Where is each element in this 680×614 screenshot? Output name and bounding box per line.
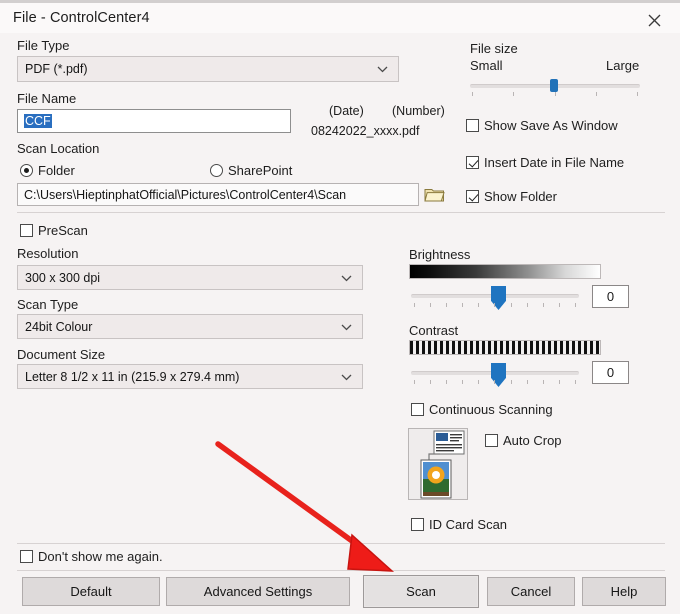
- radio-folder-indicator: [20, 164, 33, 177]
- divider-2: [17, 543, 665, 544]
- id-card-scan-checkbox-box: [411, 518, 424, 531]
- file-size-label: File size: [470, 41, 518, 56]
- dont-show-again-checkbox-box: [20, 550, 33, 563]
- date-token-label: (Date): [329, 104, 364, 118]
- insert-date-in-file-name-label: Insert Date in File Name: [484, 155, 625, 170]
- file-type-select[interactable]: PDF (*.pdf): [17, 56, 399, 82]
- advanced-settings-button-label: Advanced Settings: [203, 584, 313, 599]
- insert-date-in-file-name-checkbox[interactable]: Insert Date in File Name: [466, 155, 624, 170]
- contrast-pattern-bar: [409, 340, 601, 355]
- scan-location-label: Scan Location: [17, 141, 100, 156]
- contrast-slider-ticks: [414, 380, 576, 384]
- show-folder-checkbox[interactable]: Show Folder: [466, 189, 557, 204]
- scan-preview-icon: [408, 428, 468, 500]
- number-token-label: (Number): [392, 104, 445, 118]
- dont-show-again-checkbox[interactable]: Don't show me again.: [20, 549, 163, 564]
- show-save-as-window-checkbox-box: [466, 119, 479, 132]
- scan-folder-path-value: C:\Users\HieptinphatOfficial\Pictures\Co…: [24, 187, 347, 202]
- default-button-label: Default: [70, 584, 112, 599]
- controlcenter4-file-dialog: File - ControlCenter4 File Type PDF (*.p…: [0, 0, 680, 614]
- resolution-value: 300 x 300 dpi: [25, 270, 101, 285]
- auto-crop-label: Auto Crop: [503, 433, 562, 448]
- file-name-label: File Name: [17, 91, 77, 106]
- window-title: File - ControlCenter4: [13, 10, 150, 26]
- radio-folder-label: Folder: [38, 163, 75, 178]
- file-name-value: CCF: [24, 114, 52, 128]
- id-card-scan-label: ID Card Scan: [429, 517, 508, 532]
- advanced-settings-button[interactable]: Advanced Settings: [166, 577, 350, 606]
- chevron-down-icon: [340, 320, 353, 333]
- default-button[interactable]: Default: [22, 577, 160, 606]
- prescan-label: PreScan: [38, 223, 88, 238]
- chevron-down-icon: [340, 271, 353, 284]
- resolution-select[interactable]: 300 x 300 dpi: [17, 265, 363, 290]
- title-bar: File - ControlCenter4: [0, 0, 680, 33]
- brightness-label: Brightness: [409, 247, 471, 262]
- help-button[interactable]: Help: [582, 577, 666, 606]
- close-icon[interactable]: [632, 5, 676, 35]
- contrast-value: 0: [606, 365, 615, 380]
- file-type-value: PDF (*.pdf): [25, 62, 88, 76]
- scan-button[interactable]: Scan: [363, 575, 479, 608]
- show-save-as-window-label: Show Save As Window: [484, 118, 618, 133]
- cancel-button-label: Cancel: [510, 584, 552, 599]
- brightness-gradient-bar: [409, 264, 601, 279]
- document-size-value: Letter 8 1/2 x 11 in (215.9 x 279.4 mm): [25, 369, 240, 384]
- file-name-example: 08242022_xxxx.pdf: [311, 124, 420, 138]
- brightness-slider-ticks: [414, 303, 576, 307]
- dont-show-again-label: Don't show me again.: [38, 549, 163, 564]
- chevron-down-icon: [340, 370, 353, 383]
- file-size-max-label: Large: [606, 58, 640, 73]
- scan-button-label: Scan: [406, 584, 436, 599]
- scan-type-value: 24bit Colour: [25, 319, 93, 334]
- radio-sharepoint-indicator: [210, 164, 223, 177]
- contrast-label: Contrast: [409, 323, 459, 338]
- chevron-down-icon: [376, 63, 389, 76]
- scan-type-select[interactable]: 24bit Colour: [17, 314, 363, 339]
- radio-sharepoint-label: SharePoint: [228, 163, 293, 178]
- scan-folder-path-input[interactable]: C:\Users\HieptinphatOfficial\Pictures\Co…: [17, 183, 419, 206]
- show-save-as-window-checkbox[interactable]: Show Save As Window: [466, 118, 618, 133]
- help-button-label: Help: [610, 584, 638, 599]
- document-size-label: Document Size: [17, 347, 106, 362]
- file-size-slider-ticks: [472, 92, 638, 96]
- resolution-label: Resolution: [17, 246, 79, 261]
- id-card-scan-checkbox[interactable]: ID Card Scan: [411, 517, 507, 532]
- document-size-select[interactable]: Letter 8 1/2 x 11 in (215.9 x 279.4 mm): [17, 364, 363, 389]
- radio-sharepoint[interactable]: SharePoint: [210, 163, 292, 178]
- continuous-scanning-label: Continuous Scanning: [429, 402, 553, 417]
- file-size-min-label: Small: [470, 58, 503, 73]
- continuous-scanning-checkbox-box: [411, 403, 424, 416]
- file-name-input[interactable]: CCF: [17, 109, 291, 133]
- show-folder-checkbox-box: [466, 190, 479, 203]
- prescan-checkbox-box: [20, 224, 33, 237]
- brightness-value-field[interactable]: 0: [592, 285, 629, 308]
- auto-crop-checkbox[interactable]: Auto Crop: [485, 433, 562, 448]
- scan-type-label: Scan Type: [17, 297, 79, 312]
- contrast-value-field[interactable]: 0: [592, 361, 629, 384]
- brightness-value: 0: [606, 289, 615, 304]
- auto-crop-checkbox-box: [485, 434, 498, 447]
- insert-date-in-file-name-checkbox-box: [466, 156, 479, 169]
- prescan-checkbox[interactable]: PreScan: [20, 223, 88, 238]
- cancel-button[interactable]: Cancel: [487, 577, 575, 606]
- folder-icon[interactable]: [424, 185, 445, 208]
- divider-3: [17, 570, 665, 571]
- radio-folder[interactable]: Folder: [20, 163, 75, 178]
- continuous-scanning-checkbox[interactable]: Continuous Scanning: [411, 402, 553, 417]
- file-size-slider-thumb[interactable]: [550, 79, 558, 92]
- file-type-label: File Type: [17, 38, 70, 53]
- divider-1: [17, 212, 665, 213]
- show-folder-label: Show Folder: [484, 189, 557, 204]
